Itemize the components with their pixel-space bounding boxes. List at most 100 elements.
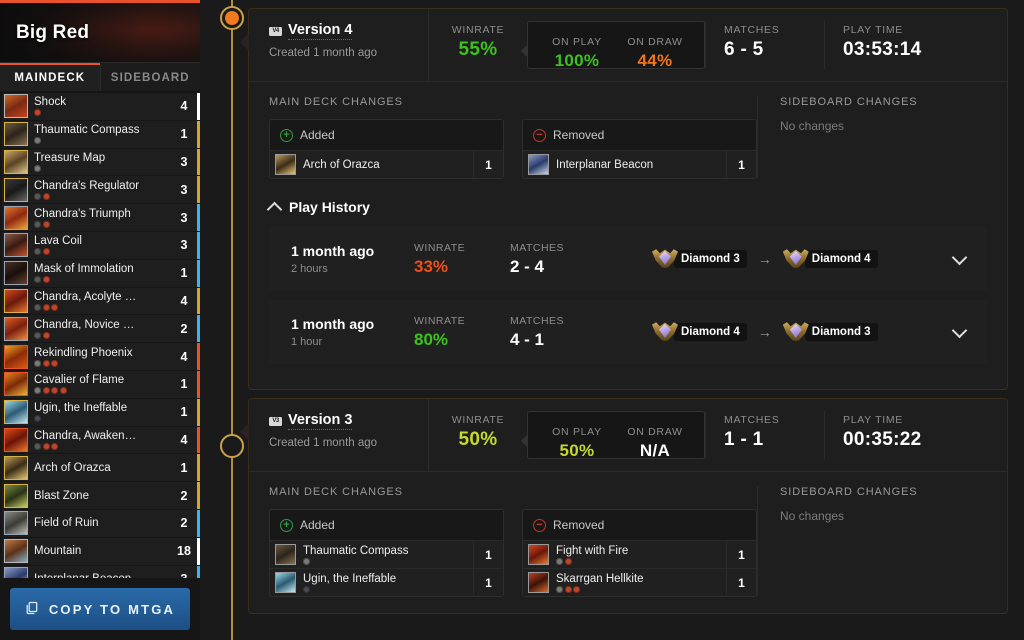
mana-pip (34, 220, 41, 228)
deck-card-row[interactable]: Chandra, Awakened ... 4 (2, 426, 200, 454)
on-draw-value: N/A (639, 441, 671, 460)
deck-card-row[interactable]: Chandra's Triumph 3 (2, 204, 200, 231)
card-art-thumbnail (4, 261, 28, 286)
card-art-thumbnail (4, 233, 28, 258)
deck-card-list[interactable]: Shock 4 Thaumatic Compass 1 Treasure Map 3 Cha… (0, 91, 200, 578)
history-date: 1 month ago 2 hours (269, 243, 414, 275)
copy-to-mtga-button[interactable]: COPY TO MTGA (10, 588, 190, 630)
card-name: Thaumatic Compass (34, 124, 140, 137)
deck-card-row[interactable]: Mask of Immolation 1 (2, 259, 200, 287)
mana-cost (34, 109, 171, 117)
winrate-label: WINRATE (451, 24, 505, 36)
card-quantity: 1 (180, 266, 188, 281)
playtime-value: 00:35:22 (843, 429, 922, 450)
card-info: Shock (28, 96, 171, 117)
deck-card-row[interactable]: Chandra's Regulator 3 (2, 176, 200, 204)
deck-card-row[interactable]: Interplanar Beacon 3 (2, 565, 200, 578)
deck-card-row[interactable]: Treasure Map 3 (2, 148, 200, 176)
added-header: + Added (270, 120, 503, 150)
rank-label: Diamond 4 (674, 323, 747, 341)
mana-cost (34, 442, 171, 450)
tab-sideboard[interactable]: SIDEBOARD (99, 63, 200, 91)
play-history-row[interactable]: 1 month ago 1 hour WINRATE 80% MATCHES 4 - 1 D… (269, 300, 987, 364)
card-info: Interplanar Beacon (28, 573, 171, 578)
rarity-indicator (197, 176, 200, 204)
tab-maindeck[interactable]: MAINDECK (0, 63, 100, 91)
added-header: + Added (270, 510, 503, 540)
mana-cost (34, 137, 171, 145)
card-quantity: 1 (180, 377, 188, 392)
history-winrate: WINRATE 33% (414, 242, 510, 277)
deck-card-row[interactable]: Ugin, the Ineffable 1 (2, 398, 200, 426)
card-info: Ugin, the Ineffable (296, 573, 473, 593)
version-playtime: PLAY TIME 03:53:14 (825, 9, 1007, 81)
change-card-row[interactable]: Ugin, the Ineffable 1 (270, 568, 503, 596)
on-draw-value: 44% (637, 51, 673, 70)
rarity-indicator (197, 231, 200, 259)
card-info: Chandra, Acolyte of ... (28, 291, 171, 311)
deck-card-row[interactable]: Arch of Orazca 1 (2, 454, 200, 482)
rank-progression: Diamond 4 → Diamond 3 (606, 319, 931, 345)
card-quantity: 18 (177, 544, 191, 559)
version-card: V4 Version 4 Created 1 month ago WINRATE 55%… (240, 8, 1008, 390)
deck-card-row[interactable]: Thaumatic Compass 1 (2, 120, 200, 148)
change-card-row[interactable]: Skarrgan Hellkite 1 (523, 568, 756, 596)
change-card-row[interactable]: Fight with Fire 1 (523, 540, 756, 568)
card-name: Chandra, Acolyte of ... (34, 290, 142, 303)
version-card: V3 Version 3 Created 1 month ago WINRATE 50%… (240, 398, 1008, 614)
sideboard-changes: SIDEBOARD CHANGES No changes (757, 96, 1007, 179)
deck-card-row[interactable]: Lava Coil 3 (2, 231, 200, 259)
card-quantity: 2 (180, 321, 188, 336)
card-art-thumbnail (4, 344, 28, 369)
deck-card-row[interactable]: Blast Zone 2 (2, 482, 200, 509)
on-draw-stat: ON DRAW N/A (616, 412, 694, 460)
change-card-row[interactable]: Interplanar Beacon 1 (523, 150, 756, 178)
version-matches: MATCHES 1 - 1 (706, 399, 824, 471)
version-matches: MATCHES 6 - 5 (706, 9, 824, 81)
arrow-right-icon: → (757, 324, 772, 340)
card-info: Rekindling Phoenix (28, 347, 171, 367)
deck-card-row[interactable]: Chandra, Novice Pyr... 2 (2, 315, 200, 343)
history-expand-button[interactable] (931, 249, 987, 267)
card-quantity: 1 (180, 460, 188, 475)
deck-card-row[interactable]: Field of Ruin 2 (2, 509, 200, 537)
added-box: + Added Arch of Orazca 1 (269, 119, 504, 179)
card-quantity: 3 (180, 154, 188, 169)
card-info: Chandra, Novice Pyr... (28, 319, 171, 339)
version-name-row[interactable]: V3 Version 3 (269, 412, 428, 430)
version-name-row[interactable]: V4 Version 4 (269, 22, 428, 40)
card-name: Mountain (34, 545, 82, 558)
card-art-thumbnail (4, 288, 28, 313)
on-play-stat: ON PLAY 50% (538, 412, 616, 460)
rank-badge: Diamond 4 (782, 246, 878, 272)
deck-card-row[interactable]: Cavalier of Flame 1 (2, 370, 200, 398)
playtime-value: 03:53:14 (843, 39, 922, 60)
version-tag-icon: V4 (269, 26, 282, 36)
history-expand-button[interactable] (931, 322, 987, 340)
deck-card-row[interactable]: Shock 4 (2, 93, 200, 120)
card-art-thumbnail (4, 539, 28, 564)
main-deck-changes: MAIN DECK CHANGES + Added Thaumatic Compass… (249, 486, 757, 597)
change-card-row[interactable]: Thaumatic Compass 1 (270, 540, 503, 568)
play-history-toggle[interactable]: Play History (266, 199, 987, 217)
card-art-thumbnail (275, 544, 296, 565)
card-quantity: 4 (180, 432, 188, 447)
deck-card-row[interactable]: Rekindling Phoenix 4 (2, 343, 200, 370)
mana-pip (573, 585, 580, 593)
deck-card-row[interactable]: Chandra, Acolyte of ... 4 (2, 287, 200, 315)
card-info: Arch of Orazca (28, 462, 171, 474)
deck-card-row[interactable]: Mountain 18 (2, 537, 200, 565)
version-name: Version 3 (288, 412, 353, 430)
card-info: Mountain (28, 545, 171, 557)
app-root: Big Red MAINDECK SIDEBOARD Shock 4 Thaumat… (0, 0, 1024, 640)
sideboard-no-changes: No changes (780, 509, 845, 523)
mana-pip (42, 192, 50, 200)
card-art-thumbnail (4, 427, 28, 452)
version-header: V4 Version 4 Created 1 month ago WINRATE 55%… (249, 9, 1007, 82)
play-history-row[interactable]: 1 month ago 2 hours WINRATE 33% MATCHES 2 - 4… (269, 227, 987, 291)
change-card-row[interactable]: Arch of Orazca 1 (270, 150, 503, 178)
play-history-title: Play History (289, 199, 370, 215)
matches-value: 1 - 1 (724, 429, 764, 450)
card-quantity: 2 (180, 488, 188, 503)
mana-pip (34, 303, 41, 311)
